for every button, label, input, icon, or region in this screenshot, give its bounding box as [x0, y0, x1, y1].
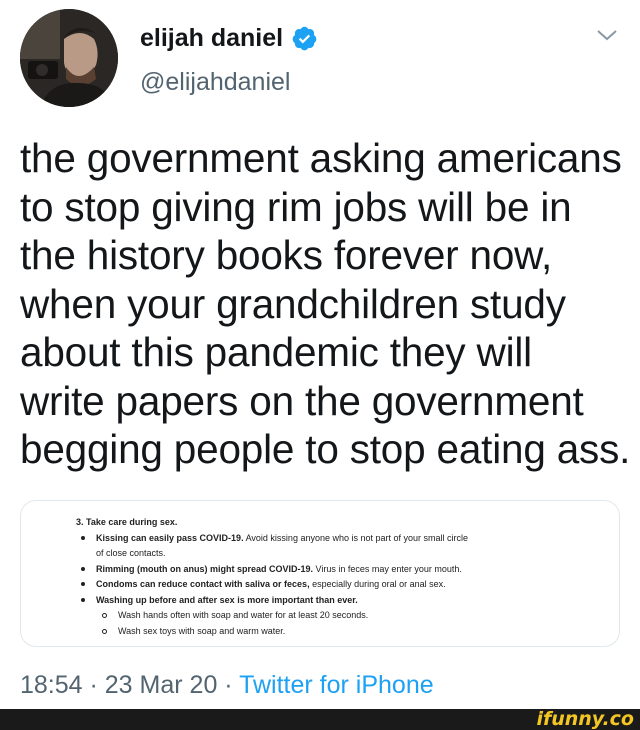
- tweet-date[interactable]: 23 Mar 20: [105, 671, 218, 699]
- bullet-text: Avoid kissing anyone who is not part of …: [243, 532, 469, 543]
- attachment-subbullet: Wash hands often with soap and water for…: [76, 608, 468, 624]
- tweet-meta: 18:54 · 23 Mar 20 · Twitter for iPhone: [20, 671, 434, 700]
- tweet-line: the government asking americans: [20, 135, 622, 181]
- attachment-bullet: Rimming (mouth on anus) might spread COV…: [76, 562, 468, 578]
- tweet-line: write papers on the government: [20, 377, 584, 424]
- attachment-heading: 3. Take care during sex.: [76, 517, 178, 527]
- meta-separator: ·: [217, 671, 240, 699]
- tweet-line: about this pandemic they will: [20, 329, 532, 375]
- chevron-down-icon[interactable]: [596, 26, 618, 44]
- tweet-line: to stop giving rim jobs will be in: [20, 183, 572, 230]
- bullet-bold: Condoms can reduce contact with saliva o…: [96, 579, 310, 589]
- bullet-continuation: of close contacts.: [96, 548, 166, 558]
- display-name-row[interactable]: elijah daniel: [140, 24, 318, 53]
- media-attachment[interactable]: 3. Take care during sex. Kissing can eas…: [20, 500, 620, 647]
- attachment-bullet: Washing up before and after sex is more …: [76, 593, 468, 609]
- bullet-bold: Kissing can easily pass COVID-19.: [96, 532, 244, 543]
- watermark-bar: ifunny.co: [0, 709, 640, 730]
- tweet-text: the government asking americans to stop …: [20, 134, 631, 474]
- attachment-bullet: Kissing can easily pass COVID-19. Avoid …: [76, 531, 468, 547]
- avatar-image: [20, 9, 118, 107]
- ifunny-watermark: ifunny.co: [536, 708, 634, 730]
- tweet-source-link[interactable]: Twitter for iPhone: [239, 671, 434, 699]
- tweet-line: when your grandchildren study: [20, 280, 566, 327]
- bullet-text: Virus in feces may enter your mouth.: [313, 563, 462, 574]
- bullet-bold: Rimming (mouth on anus) might spread COV…: [96, 563, 314, 574]
- tweet-line: begging people to stop eating ass.: [20, 426, 631, 472]
- bullet-bold: Washing up before and after sex is more …: [96, 594, 358, 605]
- display-name[interactable]: elijah daniel: [140, 24, 283, 53]
- verified-badge-icon: [292, 26, 317, 51]
- bullet-text: especially during oral or anal sex.: [309, 579, 446, 589]
- meta-separator: ·: [82, 671, 105, 699]
- tweet-line: the history books forever now,: [20, 232, 553, 278]
- attachment-bullet: Condoms can reduce contact with saliva o…: [76, 577, 468, 593]
- tweet-time[interactable]: 18:54: [20, 671, 83, 699]
- user-handle[interactable]: @elijahdaniel: [140, 68, 290, 97]
- avatar[interactable]: [20, 9, 118, 107]
- attachment-subbullet: Wash sex toys with soap and warm water.: [76, 624, 468, 640]
- attachment-document: 3. Take care during sex. Kissing can eas…: [76, 515, 468, 639]
